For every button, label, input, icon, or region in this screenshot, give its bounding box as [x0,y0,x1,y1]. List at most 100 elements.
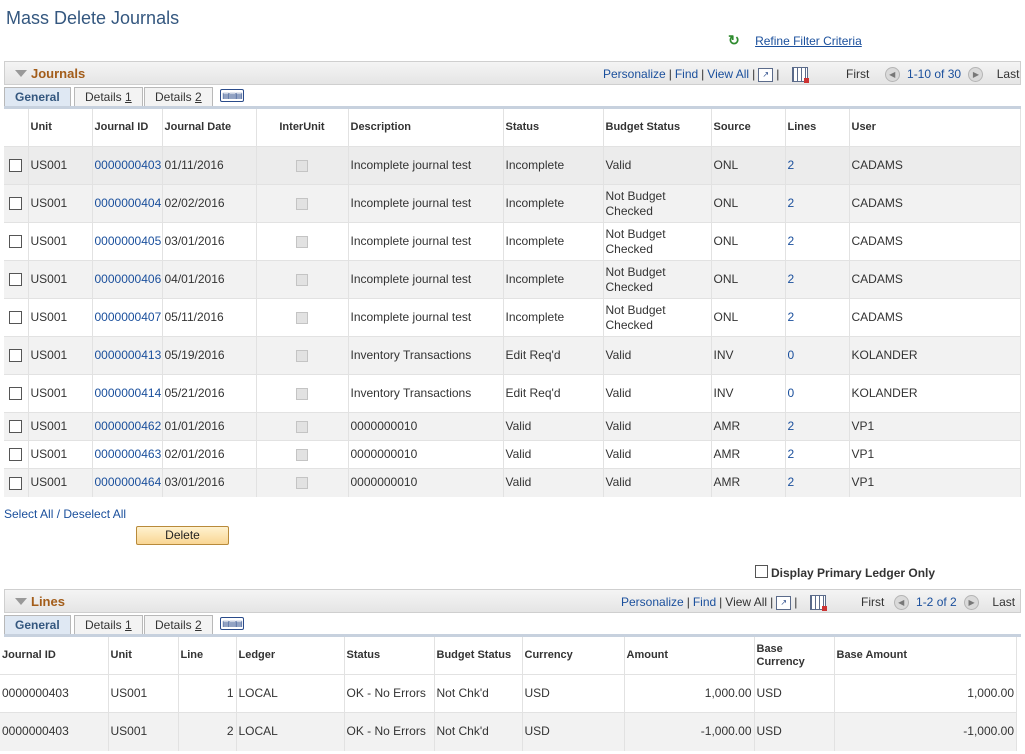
journal-date-cell: 04/01/2016 [162,260,257,299]
lines-pager: First ◀ 1-2 of 2 ▶ Last [861,595,1015,611]
table-row: US001 0000000404 02/02/2016 Incomplete jour… [4,184,1021,223]
display-primary-ledger-option[interactable]: Display Primary Ledger Only [755,565,935,580]
journal-id-link[interactable]: 0000000407 [95,310,162,324]
tab-details-2[interactable]: Details 2 [144,87,213,106]
tab-details-1[interactable]: Details 1 [74,615,143,634]
previous-arrow-icon[interactable]: ◀ [893,595,909,611]
lines-link[interactable]: 2 [788,272,795,286]
lines-link[interactable]: 0 [788,348,795,362]
lines-link[interactable]: 2 [788,310,795,324]
journal-id-link[interactable]: 0000000462 [95,419,162,433]
user-cell: VP1 [849,412,1021,441]
personalize-link[interactable]: Personalize [603,67,666,81]
column-header: Lines [785,109,850,147]
source-cell: INV [711,336,786,375]
tab-general[interactable]: General [4,87,71,106]
delete-button[interactable]: Delete [136,526,229,545]
journal-id-link[interactable]: 0000000413 [95,348,162,362]
column-header: Journal ID [92,109,163,147]
personalize-link[interactable]: Personalize [621,595,684,609]
lines-link[interactable]: 2 [788,234,795,248]
interunit-checkbox [296,477,308,490]
tab-details-1[interactable]: Details 1 [74,87,143,106]
description-cell: Incomplete journal test [348,146,504,185]
lines-link[interactable]: 2 [788,196,795,210]
show-all-columns-icon[interactable]: ▤▤▤ [220,617,244,630]
interunit-checkbox [296,349,308,362]
line-number-cell: 1 [178,674,237,713]
row-select-checkbox[interactable] [9,273,23,287]
tab-general[interactable]: General [4,615,71,634]
previous-arrow-icon[interactable]: ◀ [884,67,900,83]
row-select-checkbox[interactable] [9,197,23,211]
journals-grid: Journals Personalize | Find | View All | ↗ | Fi… [4,61,1021,497]
unit-cell: US001 [28,468,93,497]
column-header: Journal ID [0,637,109,675]
tab-details-2[interactable]: Details 2 [144,615,213,634]
refine-filter[interactable]: ↻ Refine Filter Criteria [728,32,862,49]
column-header: Status [503,109,604,147]
description-cell: 0000000010 [348,440,504,469]
row-select-checkbox[interactable] [9,159,23,173]
collapse-triangle-icon[interactable] [15,598,27,605]
user-cell: VP1 [849,440,1021,469]
row-select-checkbox[interactable] [9,448,23,462]
description-cell: Inventory Transactions [348,374,504,413]
lines-link[interactable]: 2 [788,419,795,433]
next-arrow-icon[interactable]: ▶ [964,595,980,611]
row-select-checkbox[interactable] [9,349,23,363]
column-header: InterUnit [256,109,349,147]
find-link[interactable]: Find [675,67,698,81]
lines-link[interactable]: 0 [788,386,795,400]
download-grid-icon[interactable] [810,595,828,612]
select-column-header [4,109,29,147]
lines-table: Journal ID Unit Line Ledger Status Budge… [0,637,1017,751]
refine-filter-link[interactable]: Refine Filter Criteria [755,34,862,48]
find-link[interactable]: Find [693,595,716,609]
journal-id-link[interactable]: 0000000464 [95,475,162,489]
collapse-triangle-icon[interactable] [15,70,27,77]
column-header: Amount [624,637,755,675]
lines-link[interactable]: 2 [788,158,795,172]
journal-id-link[interactable]: 0000000403 [95,158,162,172]
budget-status-cell: Not Budget Checked [603,298,712,337]
unit-cell: US001 [28,374,93,413]
first-label: First [846,67,870,81]
journal-id-link[interactable]: 0000000405 [95,234,162,248]
journal-id-link[interactable]: 0000000406 [95,272,162,286]
table-row: US001 0000000413 05/19/2016 Inventory Trans… [4,336,1021,375]
lines-link[interactable]: 2 [788,475,795,489]
unit-cell: US001 [108,712,179,751]
interunit-checkbox [296,197,308,210]
show-all-columns-icon[interactable]: ▤▤▤ [220,89,244,102]
view-all-link[interactable]: View All [707,67,749,81]
download-grid-icon[interactable] [792,67,810,84]
status-cell: Valid [503,412,604,441]
lines-grid-title: Lines [31,594,65,609]
display-primary-ledger-checkbox[interactable] [755,565,768,578]
refresh-icon[interactable]: ↻ [728,32,740,48]
view-all-text: View All [725,595,768,609]
select-all-link[interactable]: Select All / Deselect All [4,507,126,521]
description-cell: Inventory Transactions [348,336,504,375]
column-header: Budget Status [603,109,712,147]
journal-id-link[interactable]: 0000000414 [95,386,162,400]
zoom-icon[interactable]: ↗ [776,595,792,610]
unit-cell: US001 [28,146,93,185]
interunit-checkbox [296,273,308,286]
row-select-checkbox[interactable] [9,420,23,434]
next-arrow-icon[interactable]: ▶ [968,67,984,83]
row-select-checkbox[interactable] [9,476,23,490]
lines-link[interactable]: 2 [788,447,795,461]
table-row: US001 0000000463 02/01/2016 0000000010 Valid… [4,440,1021,469]
table-row: US001 0000000407 05/11/2016 Incomplete jour… [4,298,1021,337]
row-select-checkbox[interactable] [9,387,23,401]
journal-id-link[interactable]: 0000000404 [95,196,162,210]
interunit-checkbox [296,235,308,248]
zoom-icon[interactable]: ↗ [758,67,774,82]
status-cell: Incomplete [503,146,604,185]
column-header: Journal Date [162,109,257,147]
journal-id-link[interactable]: 0000000463 [95,447,162,461]
row-select-checkbox[interactable] [9,311,23,325]
row-select-checkbox[interactable] [9,235,23,249]
